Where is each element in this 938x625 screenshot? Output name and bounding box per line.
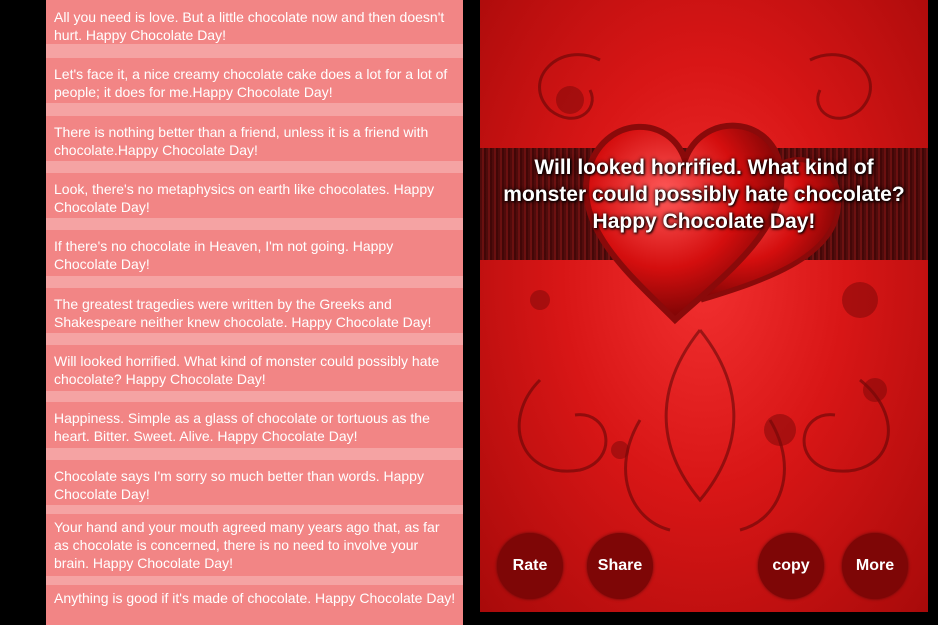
- quote-detail-screen: Will looked horrified. What kind of mons…: [480, 0, 928, 612]
- hearts-background-image: [517, 53, 890, 532]
- list-item[interactable]: Look, there's no metaphysics on earth li…: [46, 173, 463, 218]
- quote-text: Will looked horrified. What kind of mons…: [54, 353, 440, 387]
- list-item[interactable]: There is nothing better than a friend, u…: [46, 116, 463, 161]
- more-button[interactable]: More: [842, 533, 908, 599]
- quote-text: There is nothing better than a friend, u…: [54, 124, 429, 158]
- quote-text: Happiness. Simple as a glass of chocolat…: [54, 410, 430, 444]
- list-item[interactable]: The greatest tragedies were written by t…: [46, 288, 463, 333]
- list-item[interactable]: Let's face it, a nice creamy chocolate c…: [46, 58, 463, 103]
- list-item[interactable]: Will looked horrified. What kind of mons…: [46, 345, 463, 391]
- list-item[interactable]: Anything is good if it's made of chocola…: [46, 585, 463, 625]
- quote-text: Chocolate says I'm sorry so much better …: [54, 468, 424, 502]
- quote-text: All you need is love. But a little choco…: [54, 9, 445, 43]
- list-item[interactable]: Happiness. Simple as a glass of chocolat…: [46, 402, 463, 448]
- copy-button[interactable]: copy: [758, 533, 824, 599]
- quote-text: Anything is good if it's made of chocola…: [54, 590, 456, 606]
- selected-quote-text: Will looked horrified. What kind of mons…: [503, 156, 905, 233]
- list-item[interactable]: All you need is love. But a little choco…: [46, 0, 463, 44]
- quote-text: Let's face it, a nice creamy chocolate c…: [54, 66, 448, 100]
- list-item[interactable]: Chocolate says I'm sorry so much better …: [46, 460, 463, 505]
- rate-button[interactable]: Rate: [497, 533, 563, 599]
- quote-text: Your hand and your mouth agreed many yea…: [54, 519, 440, 571]
- list-item[interactable]: Your hand and your mouth agreed many yea…: [46, 514, 463, 576]
- quotes-list[interactable]: All you need is love. But a little choco…: [46, 0, 463, 625]
- list-item[interactable]: If there's no chocolate in Heaven, I'm n…: [46, 230, 463, 276]
- share-button[interactable]: Share: [587, 533, 653, 599]
- quote-text: If there's no chocolate in Heaven, I'm n…: [54, 238, 394, 272]
- quote-text: The greatest tragedies were written by t…: [54, 296, 432, 330]
- quote-text: Look, there's no metaphysics on earth li…: [54, 181, 435, 215]
